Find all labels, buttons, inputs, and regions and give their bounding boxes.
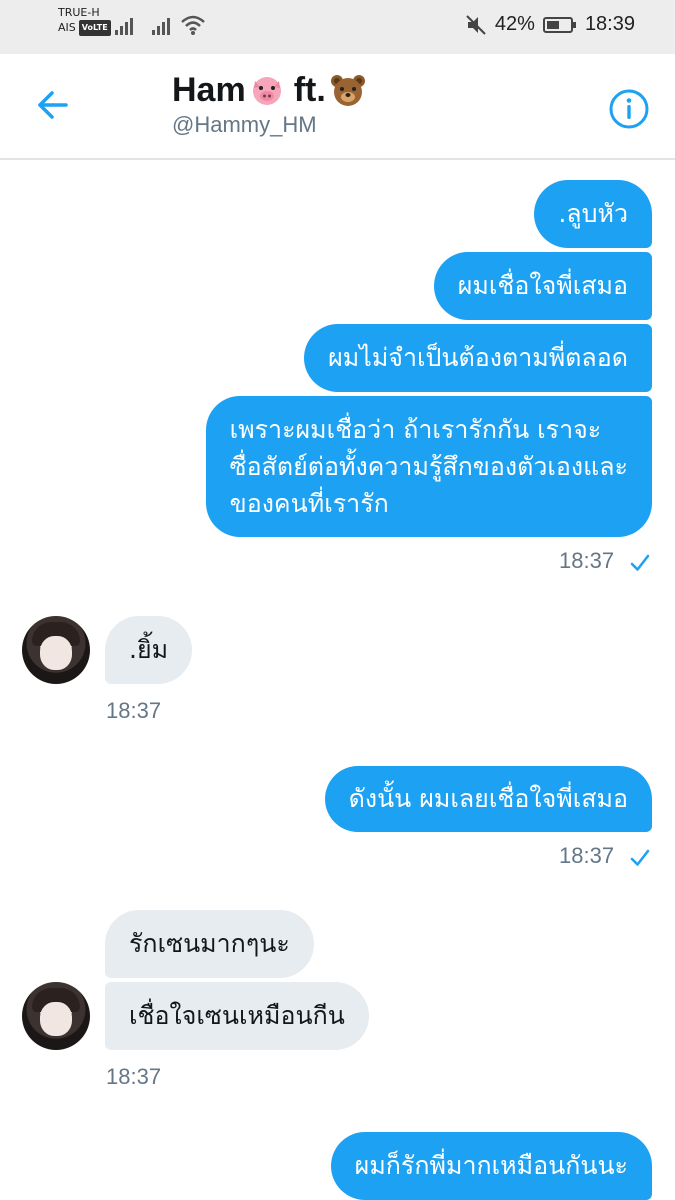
message-outgoing[interactable]: ผมไม่จำเป็นต้องตามพี่ตลอด (304, 324, 652, 392)
user-handle: @Hammy_HM (172, 112, 317, 137)
signal-icon-2 (152, 18, 170, 35)
conversation-title[interactable]: Ham ft. @Hammy_HM (172, 70, 366, 138)
message-timestamp: 18:37 (106, 698, 162, 723)
battery-percent: 42% (494, 13, 535, 35)
message-text: ผมก็รักพี่มากเหมือนกันนะ (354, 1151, 628, 1180)
message-text-line: ของคนที่เรารัก (229, 489, 389, 518)
message-text: ผมเชื่อใจพี่เสมอ (457, 271, 628, 300)
message-incoming[interactable]: รักเซนมากๆนะ (105, 910, 314, 978)
read-check-icon (630, 849, 650, 866)
message-text: ผมไม่จำเป็นต้องตามพี่ตลอด (328, 343, 628, 372)
message-text: .ลูบหัว (558, 199, 628, 228)
message-incoming[interactable]: เชื่อใจเซนเหมือนกีน (105, 982, 369, 1050)
back-arrow-icon[interactable] (34, 87, 70, 123)
title-name: Ham (172, 71, 246, 109)
signal-icon (115, 18, 133, 35)
info-icon[interactable] (608, 88, 650, 130)
message-outgoing[interactable]: .ลูบหัว (534, 180, 652, 248)
carrier-bottom-label: AIS (58, 21, 76, 34)
message-text-line: ซื่อสัตย์ต่อทั้งความรู้สึกของตัวเองและ (229, 452, 628, 481)
message-timestamp: 18:37 (559, 843, 615, 868)
read-check-icon (630, 554, 650, 571)
message-text: ดังนั้น ผมเลยเชื่อใจพี่เสมอ (348, 784, 628, 813)
message-text-line: เพราะผมเชื่อว่า ถ้าเรารักกัน เราจะ (229, 415, 602, 444)
carrier-info: TRUE-H AIS VoLTE (58, 6, 111, 36)
avatar[interactable] (22, 982, 90, 1050)
battery-icon (542, 16, 576, 33)
message-outgoing[interactable]: ผมก็รักพี่มากเหมือนกันนะ (330, 1132, 652, 1200)
status-bar: TRUE-H AIS VoLTE 42% 18:39 (0, 0, 675, 54)
carrier-top-label: TRUE-H (58, 6, 100, 19)
message-outgoing[interactable]: ดังนั้น ผมเลยเชื่อใจพี่เสมอ (324, 766, 652, 832)
volte-badge: VoLTE (78, 20, 111, 36)
pig-emoji-icon (252, 77, 281, 105)
mute-icon (466, 14, 486, 35)
message-outgoing[interactable]: เพราะผมเชื่อว่า ถ้าเรารักกัน เราจะ ซื่อส… (205, 396, 652, 537)
message-text: .ยิ้ม (129, 635, 169, 664)
message-text: เชื่อใจเซนเหมือนกีน (129, 1001, 345, 1030)
message-outgoing[interactable]: ผมเชื่อใจพี่เสมอ (433, 252, 652, 320)
message-text: รักเซนมากๆนะ (129, 929, 290, 958)
avatar[interactable] (22, 616, 90, 684)
message-timestamp: 18:37 (106, 1064, 162, 1089)
conversation-header: Ham ft. @Hammy_HM (0, 54, 675, 160)
bear-emoji-icon (330, 75, 365, 106)
title-ft: ft. (293, 71, 326, 109)
message-incoming[interactable]: .ยิ้ม (105, 616, 193, 684)
wifi-icon (181, 15, 205, 35)
clock: 18:39 (584, 13, 635, 35)
message-timestamp: 18:37 (559, 548, 615, 573)
